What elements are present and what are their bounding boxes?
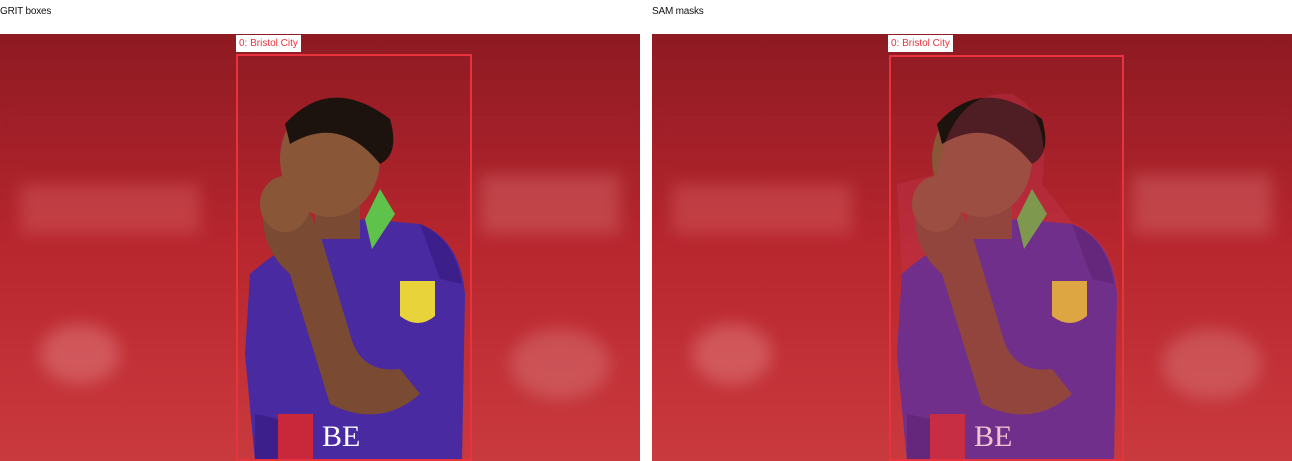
box-label: 0: Bristol City bbox=[236, 35, 301, 52]
right-panel-title: SAM masks bbox=[652, 6, 704, 17]
box-label: 0: Bristol City bbox=[888, 35, 953, 52]
player-photo-masked: BE bbox=[652, 34, 1292, 461]
grit-photo: BE bbox=[0, 34, 640, 461]
left-panel-title: GRIT boxes bbox=[0, 6, 52, 17]
sam-photo: BE bbox=[652, 34, 1292, 461]
player-photo: BE bbox=[0, 34, 640, 461]
svg-text:BE: BE bbox=[322, 420, 360, 453]
